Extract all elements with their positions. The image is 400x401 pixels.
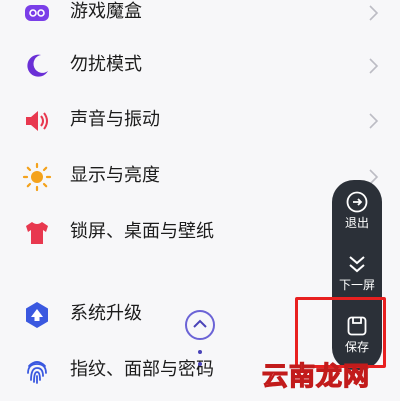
settings-item-label: 系统升级 (70, 303, 142, 324)
shirt-icon (26, 222, 48, 244)
settings-item-label: 锁屏、桌面与壁纸 (70, 221, 214, 242)
update-icon (26, 302, 48, 328)
fingerprint-icon (27, 361, 47, 384)
settings-item-label: 勿扰模式 (70, 54, 142, 75)
highlight-box (295, 297, 386, 368)
exit-label: 退出 (344, 216, 369, 230)
scroll-indicator-dot (198, 350, 202, 354)
chevron-right-icon (369, 113, 379, 129)
settings-item-dnd[interactable]: 勿扰模式 (0, 41, 400, 91)
watermark: 云南龙网 (261, 361, 371, 392)
chevron-right-icon (369, 58, 379, 74)
moon-icon (27, 54, 48, 77)
speaker-icon (26, 111, 48, 131)
settings-item-label: 游戏魔盒 (70, 1, 142, 22)
game-box-icon (25, 5, 49, 21)
settings-item-label: 声音与振动 (70, 109, 160, 130)
next-screen-label: 下一屏 (338, 278, 375, 292)
scroll-to-top-button[interactable] (185, 310, 215, 340)
next-screen-button[interactable]: 下一屏 (332, 252, 382, 292)
sun-icon (22, 162, 52, 192)
scroll-indicator-dot (198, 362, 202, 366)
double-chevron-down-icon (349, 256, 365, 273)
settings-item-game-box[interactable]: 游戏魔盒 (0, 0, 400, 38)
settings-item-label: 指纹、面部与密码 (70, 359, 214, 380)
exit-icon (346, 191, 368, 213)
settings-item-label: 显示与亮度 (70, 165, 160, 186)
chevron-right-icon (369, 5, 379, 21)
settings-item-sound[interactable]: 声音与振动 (0, 96, 400, 146)
chevron-up-icon (193, 319, 207, 328)
exit-button[interactable]: 退出 (332, 190, 382, 230)
